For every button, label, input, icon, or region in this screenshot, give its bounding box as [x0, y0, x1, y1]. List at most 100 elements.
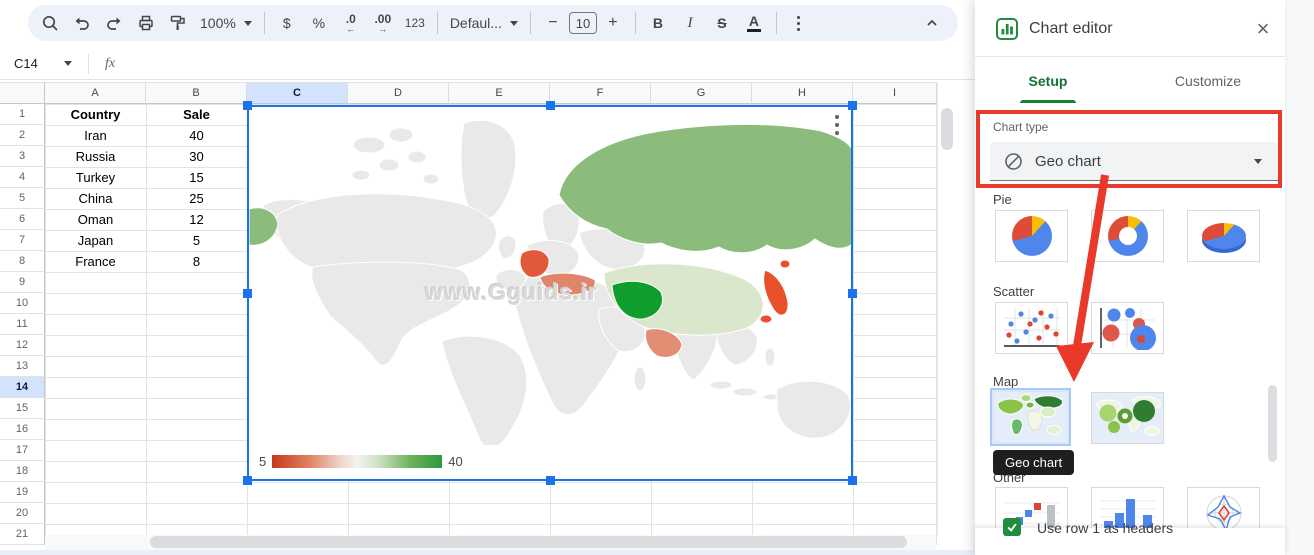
chart-handle-e[interactable] — [848, 289, 857, 298]
cell-a3[interactable]: Russia — [45, 146, 146, 167]
cell-b4[interactable]: 15 — [146, 167, 247, 188]
cell-b2[interactable]: 40 — [146, 125, 247, 146]
collapse-toolbar-icon[interactable] — [918, 9, 946, 37]
cell-b7[interactable]: 5 — [146, 230, 247, 251]
zoom-dropdown[interactable]: 100% — [194, 15, 258, 31]
cell-b8[interactable]: 8 — [146, 251, 247, 272]
active-tab-underline — [1020, 100, 1076, 103]
column-header-f[interactable]: F — [550, 82, 651, 104]
legend-gradient-bar — [272, 455, 442, 468]
chart-thumb-3d-pie[interactable] — [1187, 210, 1260, 262]
row-header[interactable]: 21 — [0, 524, 45, 545]
more-formats-button[interactable]: 123 — [401, 9, 429, 37]
chart-handle-ne[interactable] — [848, 101, 857, 110]
row-header[interactable]: 8 — [0, 251, 45, 272]
section-map-label: Map — [993, 374, 1018, 389]
panel-scrollbar-thumb[interactable] — [1268, 385, 1277, 462]
cell-b3[interactable]: 30 — [146, 146, 247, 167]
cell-a1[interactable]: Country — [45, 104, 146, 125]
name-box[interactable]: C14 — [0, 56, 80, 71]
chevron-down-icon — [244, 21, 252, 26]
row-header[interactable]: 16 — [0, 419, 45, 440]
use-row1-checkbox[interactable] — [1003, 518, 1021, 536]
chart-handle-s[interactable] — [546, 476, 555, 485]
row-header[interactable]: 15 — [0, 398, 45, 419]
chart-handle-sw[interactable] — [243, 476, 252, 485]
font-dropdown[interactable]: Defaul... — [444, 15, 524, 31]
column-header-g[interactable]: G — [651, 82, 752, 104]
cell-a2[interactable]: Iran — [45, 125, 146, 146]
row-header[interactable]: 17 — [0, 440, 45, 461]
chart-handle-nw[interactable] — [243, 101, 252, 110]
font-size-input[interactable]: 10 — [569, 12, 597, 34]
row-header[interactable]: 20 — [0, 503, 45, 524]
section-pie-label: Pie — [993, 192, 1012, 207]
cell-a6[interactable]: Oman — [45, 209, 146, 230]
tab-customize[interactable]: Customize — [1170, 58, 1246, 103]
close-icon[interactable]: × — [1249, 15, 1277, 43]
increase-font-size-button[interactable]: + — [599, 9, 627, 37]
horizontal-scrollbar-thumb[interactable] — [150, 536, 907, 548]
row-header[interactable]: 11 — [0, 314, 45, 335]
chart-handle-w[interactable] — [243, 289, 252, 298]
column-header-e[interactable]: E — [449, 82, 550, 104]
row-header[interactable]: 19 — [0, 482, 45, 503]
strikethrough-button[interactable]: S — [708, 9, 736, 37]
bold-button[interactable]: B — [644, 9, 672, 37]
column-header-c[interactable]: C — [247, 82, 348, 104]
row-header[interactable]: 10 — [0, 293, 45, 314]
chart-handle-se[interactable] — [848, 476, 857, 485]
format-currency-button[interactable]: $ — [273, 9, 301, 37]
cell-b1[interactable]: Sale — [146, 104, 247, 125]
print-icon[interactable] — [132, 9, 160, 37]
italic-button[interactable]: I — [676, 9, 704, 37]
cell-b5[interactable]: 25 — [146, 188, 247, 209]
text-color-button[interactable]: A — [740, 9, 768, 37]
format-percent-button[interactable]: % — [305, 9, 333, 37]
toolbar-divider — [437, 12, 438, 34]
increase-decimal-button[interactable]: .00→ — [369, 9, 397, 37]
row-header[interactable]: 4 — [0, 167, 45, 188]
row-header[interactable]: 6 — [0, 209, 45, 230]
column-header-d[interactable]: D — [348, 82, 449, 104]
row-header[interactable]: 5 — [0, 188, 45, 209]
more-options-icon[interactable] — [785, 9, 813, 37]
cell-a8[interactable]: France — [45, 251, 146, 272]
row-header[interactable]: 2 — [0, 125, 45, 146]
chart-thumb-geo-markers[interactable] — [1091, 392, 1164, 444]
cell-b6[interactable]: 12 — [146, 209, 247, 230]
cell-a7[interactable]: Japan — [45, 230, 146, 251]
search-icon[interactable] — [36, 9, 64, 37]
row-header-selected[interactable]: 14 — [0, 377, 45, 398]
column-header-i[interactable]: I — [853, 82, 937, 104]
redo-icon[interactable] — [100, 9, 128, 37]
vertical-scrollbar-thumb[interactable] — [941, 108, 953, 150]
select-all-corner[interactable] — [0, 82, 45, 104]
column-header-a[interactable]: A — [45, 82, 146, 104]
formula-input[interactable] — [115, 48, 975, 79]
column-header-b[interactable]: B — [146, 82, 247, 104]
row-header[interactable]: 7 — [0, 230, 45, 251]
undo-icon[interactable] — [68, 9, 96, 37]
row-header[interactable]: 1 — [0, 104, 45, 125]
decrease-decimal-button[interactable]: .0← — [337, 9, 365, 37]
chart-thumb-radar[interactable] — [1187, 487, 1260, 528]
checkmark-icon — [1006, 521, 1018, 533]
watermark: www.Gguids.ir — [425, 279, 598, 306]
row-header[interactable]: 9 — [0, 272, 45, 293]
column-header-h[interactable]: H — [752, 82, 853, 104]
column-headers: A B C D E F G H I — [45, 82, 937, 104]
tab-setup[interactable]: Setup — [1020, 58, 1076, 103]
embedded-geo-chart[interactable]: www.Gguids.ir 5 40 — [247, 105, 853, 481]
row-header[interactable]: 12 — [0, 335, 45, 356]
row-header[interactable]: 18 — [0, 461, 45, 482]
row-header[interactable]: 3 — [0, 146, 45, 167]
paint-format-icon[interactable] — [164, 9, 192, 37]
cell-a4[interactable]: Turkey — [45, 167, 146, 188]
cell-a5[interactable]: China — [45, 188, 146, 209]
decrease-font-size-button[interactable]: − — [539, 9, 567, 37]
chart-thumb-geo-selected[interactable] — [990, 388, 1071, 446]
row-header[interactable]: 13 — [0, 356, 45, 377]
chart-handle-n[interactable] — [546, 101, 555, 110]
chart-menu-icon[interactable] — [835, 115, 839, 135]
